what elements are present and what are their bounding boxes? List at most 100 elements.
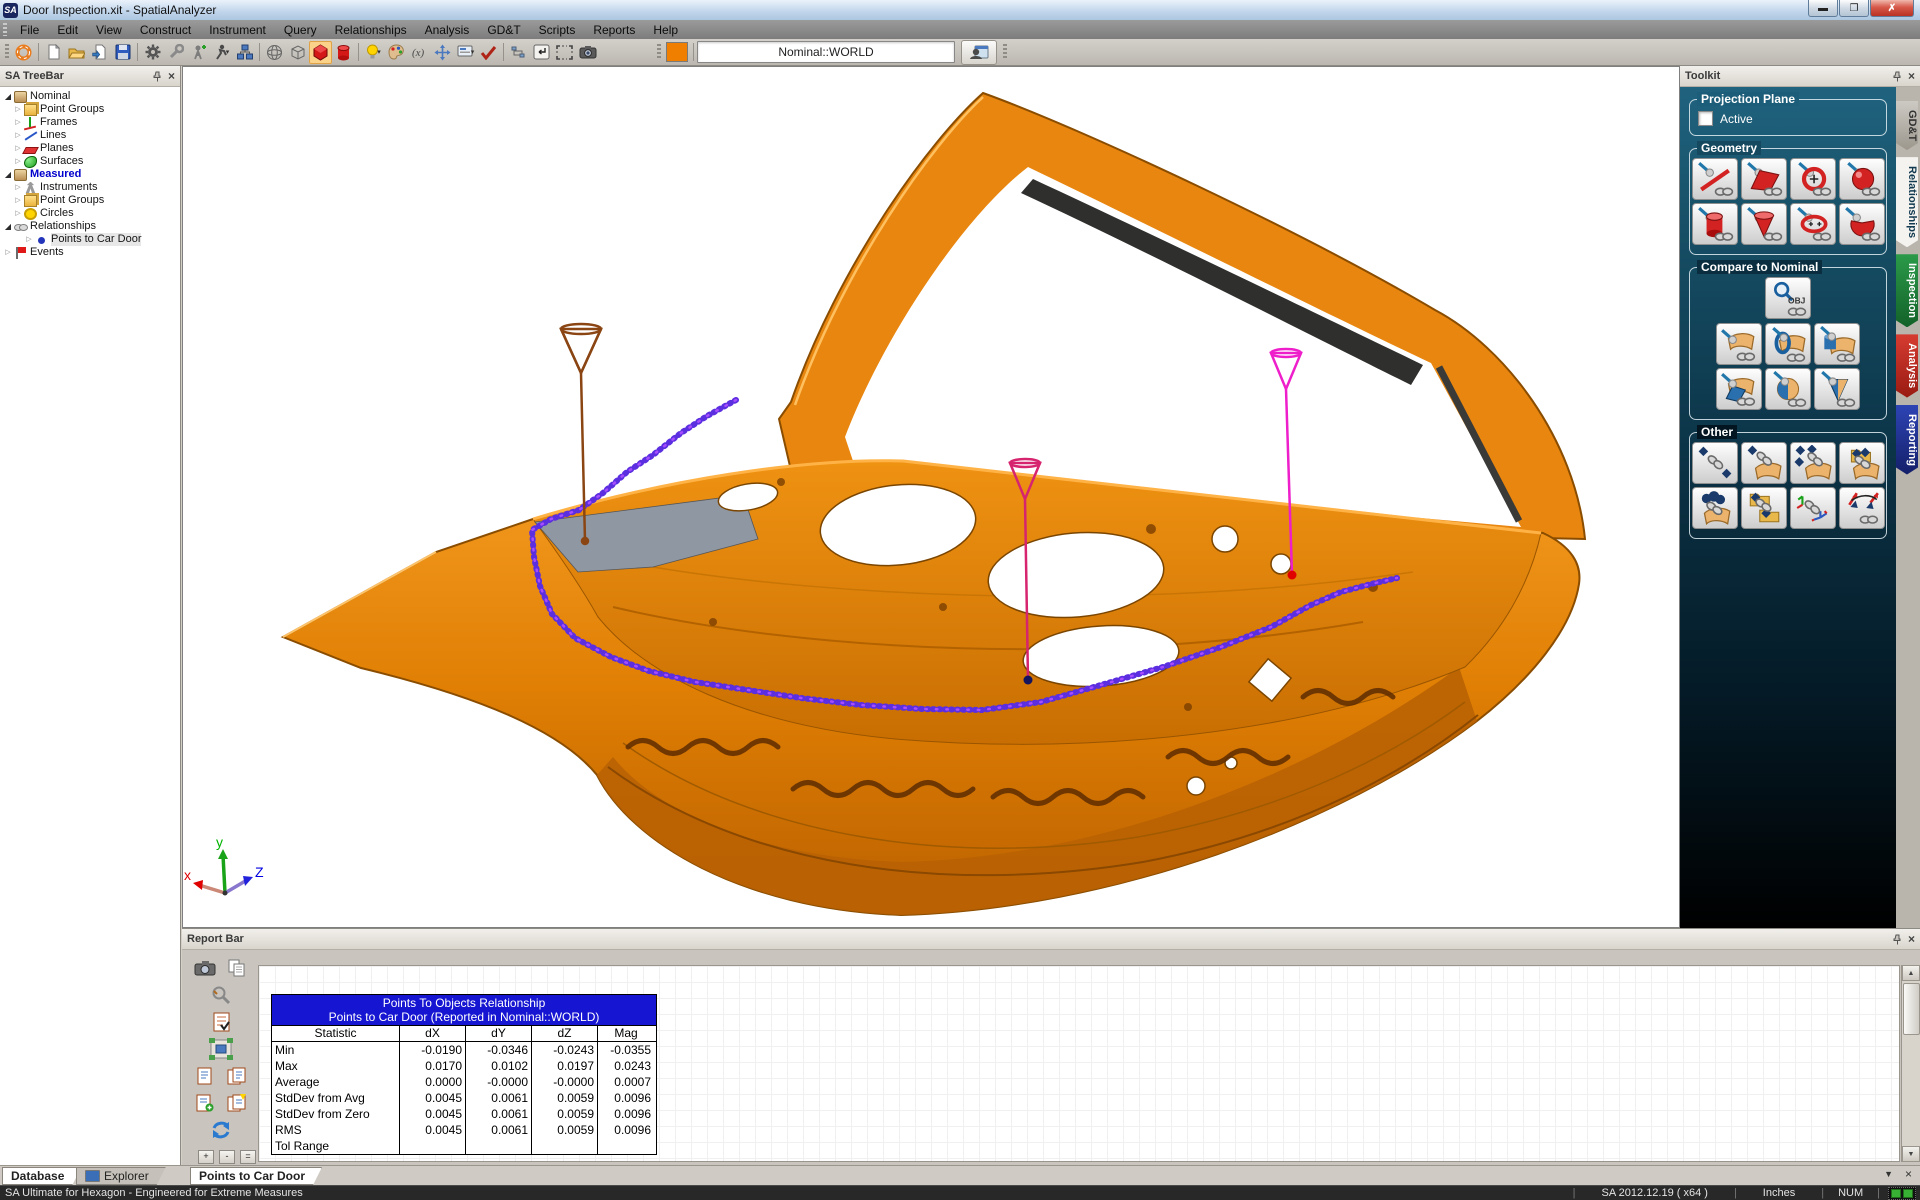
circle-to-nominal-button[interactable]: [1765, 323, 1811, 365]
menu-item[interactable]: Help: [644, 20, 687, 39]
tree-item[interactable]: Relationships: [0, 220, 180, 233]
screenshot-icon[interactable]: [576, 41, 599, 64]
cone-fit-button[interactable]: [1741, 203, 1787, 245]
close-panel-icon[interactable]: ×: [1908, 934, 1915, 945]
zoom-in-button[interactable]: +: [198, 1150, 214, 1164]
point-to-surface-button[interactable]: [1741, 442, 1787, 484]
object-compare-button[interactable]: OBJ: [1765, 277, 1811, 319]
verify-icon[interactable]: [477, 41, 500, 64]
open-file-icon[interactable]: [65, 41, 88, 64]
menu-item[interactable]: Instrument: [200, 20, 275, 39]
toolbar-grip-2[interactable]: [657, 44, 661, 60]
tree-expander[interactable]: [13, 103, 23, 116]
cylinder-to-nominal-button[interactable]: [1814, 323, 1860, 365]
restore-button[interactable]: ❐: [1839, 0, 1869, 17]
toolbar-grip-3[interactable]: [1003, 44, 1007, 60]
toolkit-side-tab[interactable]: Inspection: [1896, 254, 1918, 327]
tab-explorer[interactable]: Explorer: [76, 1167, 166, 1185]
color-swatch[interactable]: [666, 42, 688, 62]
toolkit-side-tab[interactable]: Relationships: [1896, 157, 1918, 247]
sa-home-icon[interactable]: [12, 41, 35, 64]
tips-icon[interactable]: ▾: [362, 41, 385, 64]
menu-item[interactable]: Analysis: [416, 20, 479, 39]
menu-item[interactable]: Edit: [48, 20, 87, 39]
tree-expander[interactable]: [13, 194, 23, 207]
report-layout-icon[interactable]: [193, 1038, 249, 1060]
report-page[interactable]: Points To Objects Relationship Points to…: [258, 965, 1900, 1162]
close-panel-icon[interactable]: ×: [168, 71, 175, 82]
circle-fit-button[interactable]: [1790, 158, 1836, 200]
add-report-icon[interactable]: [193, 1092, 217, 1114]
tree-item[interactable]: Lines: [0, 129, 180, 142]
tree-item[interactable]: Point Groups: [0, 194, 180, 207]
toolkit-side-tab[interactable]: Reporting: [1896, 405, 1918, 475]
tree-expander[interactable]: [13, 207, 23, 220]
tab-database[interactable]: Database: [2, 1167, 81, 1185]
tree-item[interactable]: Events: [0, 246, 180, 259]
watch-window-icon[interactable]: [961, 40, 997, 65]
menu-item[interactable]: Query: [275, 20, 326, 39]
scroll-down-icon[interactable]: ▼: [1902, 1146, 1920, 1162]
points-to-objects-button[interactable]: [1790, 442, 1836, 484]
selection-box-icon[interactable]: [553, 41, 576, 64]
refresh-icon[interactable]: [193, 1119, 249, 1141]
status-units[interactable]: Inches: [1737, 1187, 1821, 1199]
scroll-up-icon[interactable]: ▲: [1902, 965, 1920, 981]
tree-item[interactable]: Surfaces: [0, 155, 180, 168]
groups-relationship-button[interactable]: [1741, 487, 1787, 529]
sphere-to-nominal-button[interactable]: [1765, 368, 1811, 410]
function-icon[interactable]: (x): [408, 41, 431, 64]
zoom-out-button[interactable]: -: [219, 1150, 235, 1164]
close-panel-icon[interactable]: ×: [1908, 71, 1915, 82]
toolkit-side-tab[interactable]: Analysis: [1896, 334, 1918, 397]
solid-objects-icon[interactable]: [309, 41, 332, 64]
group-to-objects-button[interactable]: [1839, 442, 1885, 484]
tree-expander[interactable]: [13, 129, 23, 142]
menu-item[interactable]: Reports: [584, 20, 644, 39]
vector-relationship-button[interactable]: [1839, 487, 1885, 529]
menu-item[interactable]: GD&T: [478, 20, 529, 39]
tree-expander[interactable]: [13, 155, 23, 168]
add-instrument-icon[interactable]: [187, 41, 210, 64]
tree-expander[interactable]: [3, 220, 13, 234]
import-icon[interactable]: [88, 41, 111, 64]
tree-item[interactable]: Point Groups: [0, 103, 180, 116]
report-options-icon[interactable]: [193, 984, 249, 1006]
transform-icon[interactable]: [431, 41, 454, 64]
menu-grip[interactable]: [3, 23, 7, 36]
quick-report-icon[interactable]: [225, 1092, 249, 1114]
points-to-surface-button[interactable]: [1716, 323, 1762, 365]
graphics-viewport[interactable]: y x Z: [182, 66, 1680, 928]
display-options-icon[interactable]: ▾: [454, 41, 477, 64]
menu-item[interactable]: Construct: [131, 20, 200, 39]
sphere-fit-button[interactable]: [1839, 158, 1885, 200]
line-fit-button[interactable]: [1692, 158, 1738, 200]
settings-icon[interactable]: [141, 41, 164, 64]
scrollbar-thumb[interactable]: [1903, 983, 1920, 1035]
checklist-icon[interactable]: [193, 1011, 249, 1033]
cloud-to-surface-button[interactable]: [1692, 487, 1738, 529]
paraboloid-fit-button[interactable]: [1839, 203, 1885, 245]
close-reportbar-icon[interactable]: ×: [1905, 1169, 1912, 1179]
points-relationship-button[interactable]: [1692, 442, 1738, 484]
tree-expander[interactable]: [3, 90, 13, 104]
tree-item[interactable]: Nominal: [0, 90, 180, 103]
close-button[interactable]: ✗: [1870, 0, 1914, 17]
tree-item[interactable]: Circles: [0, 207, 180, 220]
new-file-icon[interactable]: [42, 41, 65, 64]
tree-item[interactable]: Points to Car Door: [0, 233, 180, 246]
copy-report-icon[interactable]: [225, 1065, 249, 1087]
screenshot-icon[interactable]: [193, 957, 217, 979]
plane-to-nominal-button[interactable]: [1716, 368, 1762, 410]
tree-item[interactable]: Measured: [0, 168, 180, 181]
save-icon[interactable]: [111, 41, 134, 64]
frame-selector[interactable]: Nominal::WORLD: [697, 41, 955, 63]
tree-item[interactable]: Frames: [0, 116, 180, 129]
tree-item[interactable]: Instruments: [0, 181, 180, 194]
zoom-fit-button[interactable]: =: [240, 1150, 256, 1164]
tree-item[interactable]: Planes: [0, 142, 180, 155]
report-scrollbar[interactable]: ▲ ▼: [1901, 965, 1920, 1162]
minimize-button[interactable]: ▬: [1808, 0, 1838, 17]
wireframe-sphere-icon[interactable]: [263, 41, 286, 64]
tab-points-to-car-door[interactable]: Points to Car Door: [190, 1167, 322, 1185]
